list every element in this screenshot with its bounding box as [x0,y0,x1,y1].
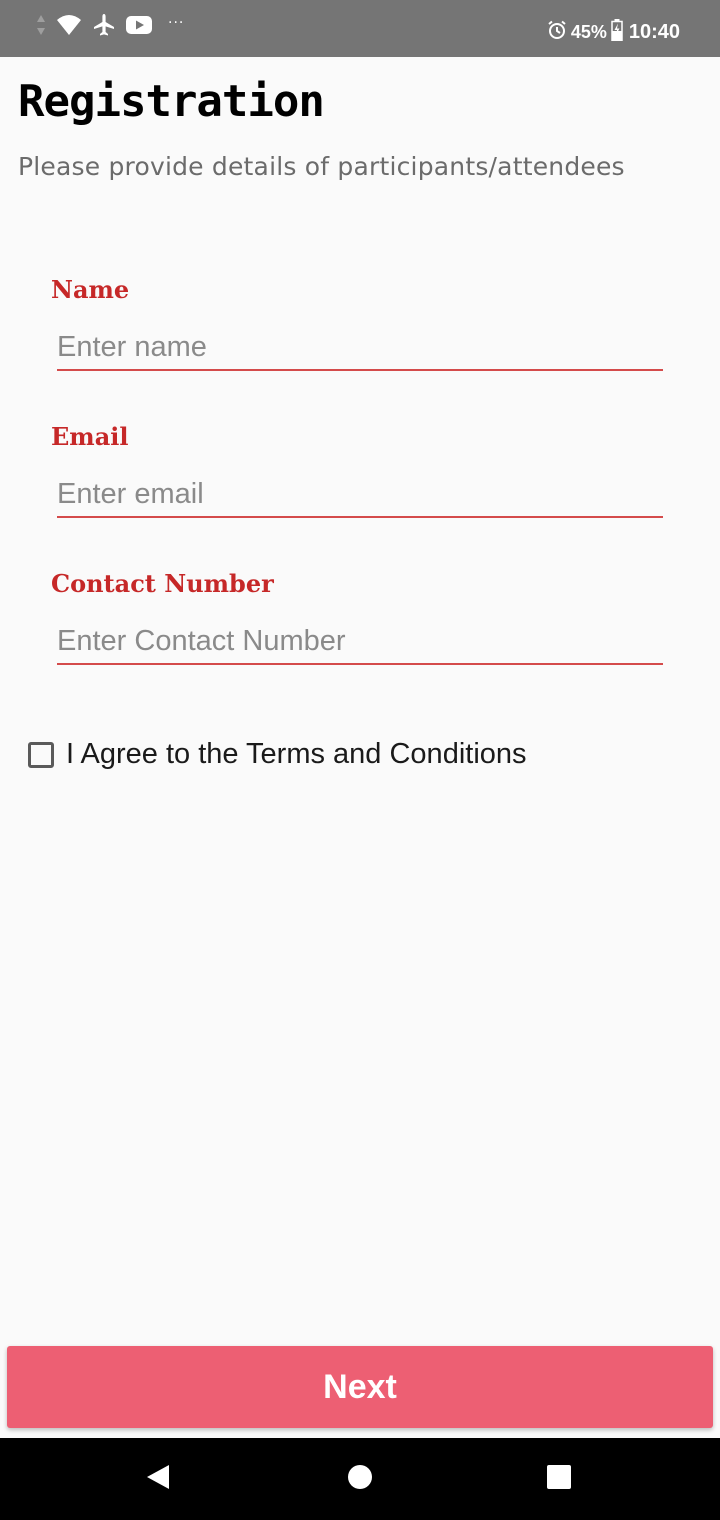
terms-label[interactable]: I Agree to the Terms and Conditions [66,738,527,771]
status-icons-left: ··· [36,12,184,42]
recents-button[interactable] [519,1438,599,1520]
battery-icon [611,18,623,46]
battery-percent: 45% [570,21,607,42]
back-icon [145,1463,171,1495]
terms-agreement[interactable]: I Agree to the Terms and Conditions [28,738,527,771]
terms-checkbox[interactable] [28,741,54,768]
status-icons-right: 45% 10:40 [547,16,680,48]
alarm-icon [547,20,567,45]
email-label: Email [51,422,129,451]
name-label: Name [51,275,130,304]
next-button[interactable]: Next [7,1346,713,1428]
name-input[interactable] [57,325,663,371]
youtube-icon [126,15,152,39]
wifi-icon [56,14,82,40]
home-button[interactable] [320,1438,400,1520]
airplane-icon [92,13,116,41]
page-subtitle: Please provide details of participants/a… [18,152,625,181]
email-input[interactable] [57,472,663,518]
contact-number-label: Contact Number [51,569,274,598]
contact-number-input[interactable] [57,619,663,665]
data-arrows-icon [36,13,46,41]
back-button[interactable] [118,1438,198,1520]
navigation-bar [0,1438,720,1520]
page-title: Registration [18,76,325,127]
recents-icon [546,1464,572,1494]
home-icon [347,1464,373,1494]
overflow-notifications: ··· [168,15,185,31]
clock: 10:40 [628,20,680,43]
status-bar: ··· 45% 10:40 [0,0,720,57]
